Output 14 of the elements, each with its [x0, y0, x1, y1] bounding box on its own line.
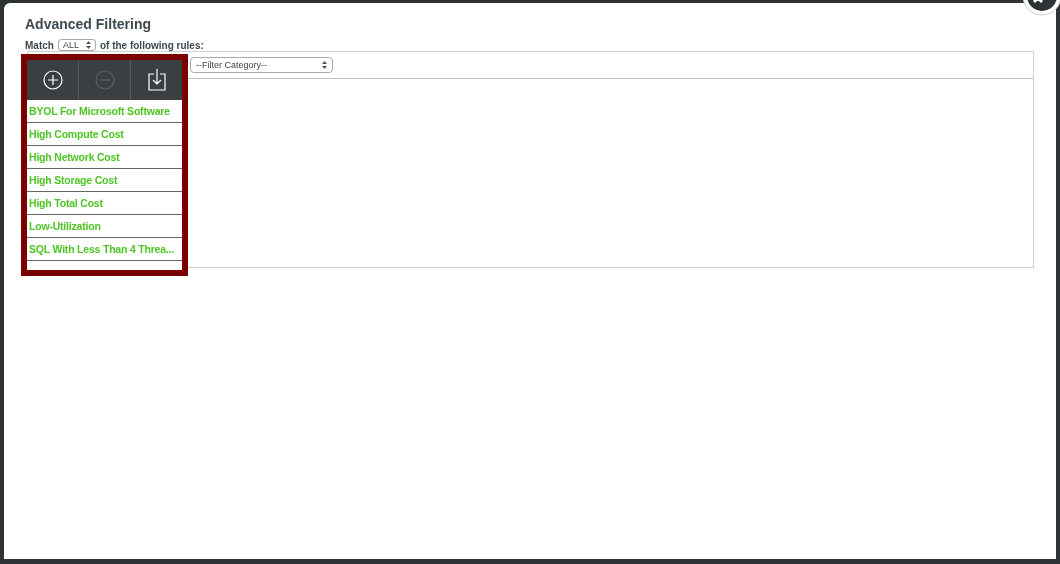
rule-item[interactable]: High Compute Cost [27, 123, 182, 146]
rule-item[interactable]: SQL With Less Than 4 Threa... [27, 238, 182, 261]
rule-item[interactable]: BYOL For Microsoft Software [27, 100, 182, 123]
match-label: of the following rules: [99, 39, 204, 51]
rule-item[interactable]: Low-Utilization [27, 215, 182, 238]
filter-category-select[interactable]: --Filter Category-- [190, 57, 333, 73]
rule-item[interactable]: High Storage Cost [27, 169, 182, 192]
rule-item[interactable]: High Network Cost [27, 146, 182, 169]
updown-icon [85, 41, 91, 49]
dialog-title: Advanced Filtering [25, 16, 153, 32]
rule-item[interactable]: High Total Cost [27, 192, 182, 215]
match-label: Match [25, 39, 54, 51]
updown-icon [322, 61, 327, 69]
match-select[interactable]: ALL [57, 39, 96, 51]
